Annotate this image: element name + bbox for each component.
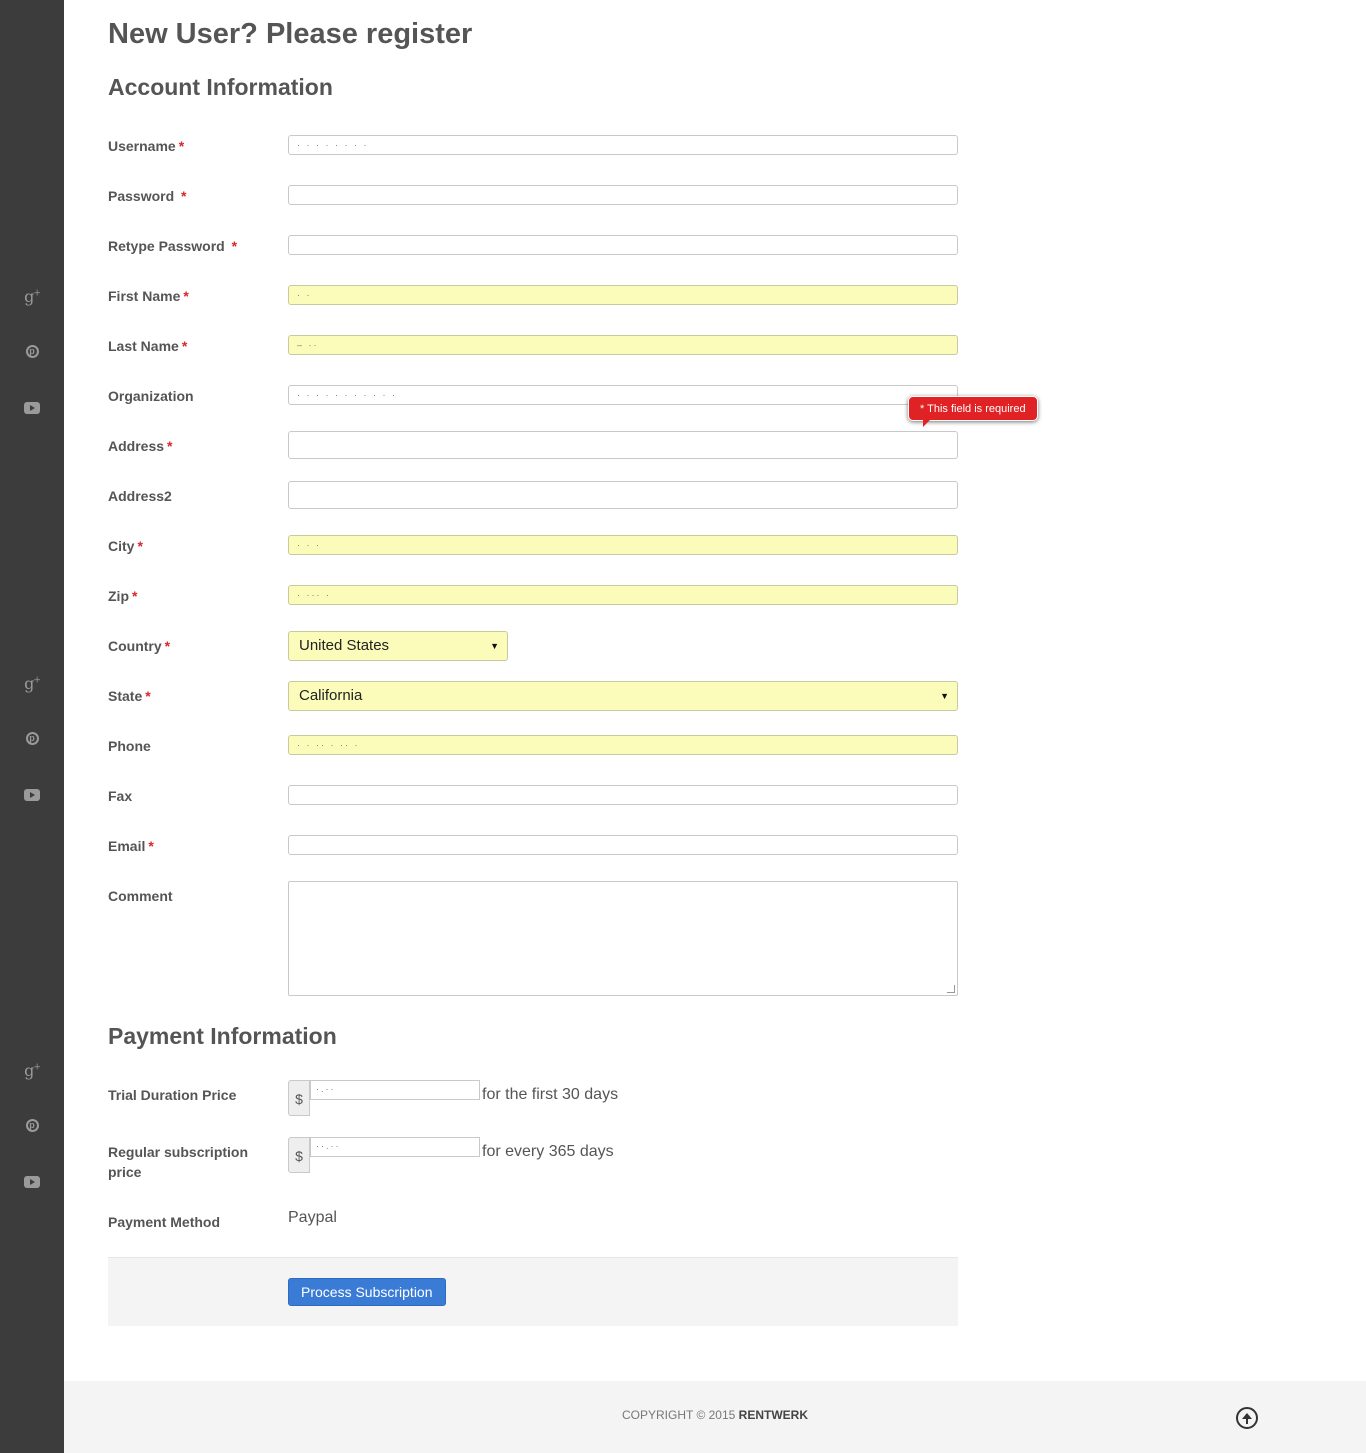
address-error-tooltip: * This field is required: [908, 396, 1038, 427]
email-input[interactable]: [288, 835, 958, 855]
google-plus-icon[interactable]: g+: [22, 1060, 42, 1080]
copyright-text: COPYRIGHT © 2015 RENTWERK: [622, 1408, 808, 1422]
dropdown-arrow-icon: ▼: [490, 641, 499, 651]
process-subscription-button[interactable]: Process Subscription: [288, 1278, 446, 1306]
country-selected-value: United States: [299, 637, 390, 654]
username-label: Username *: [108, 138, 185, 154]
regular-period-text: for every 365 days: [482, 1143, 614, 1160]
brand-name: RENTWERK: [738, 1408, 808, 1422]
resize-handle-icon[interactable]: [946, 985, 956, 993]
page-title: New User? Please register: [108, 18, 473, 50]
dropdown-arrow-icon: ▼: [940, 691, 949, 701]
form-actions: Process Subscription: [108, 1257, 958, 1326]
organization-label: Organization: [108, 388, 194, 404]
country-select[interactable]: United States ▼: [288, 631, 508, 661]
pinterest-icon[interactable]: p: [22, 341, 42, 361]
regular-price-label: Regular subscription price: [108, 1144, 249, 1180]
social-sidebar: g+ p g+ p g+ p: [0, 0, 64, 1453]
pinterest-icon[interactable]: p: [22, 1115, 42, 1135]
address-label: Address *: [108, 438, 173, 454]
trial-price-input[interactable]: ·.··: [310, 1080, 480, 1100]
trial-price-label: Trial Duration Price: [108, 1087, 237, 1103]
retype-password-label: Retype Password *: [108, 238, 238, 254]
pinterest-icon[interactable]: p: [22, 728, 42, 748]
fax-input[interactable]: [288, 785, 958, 805]
youtube-icon[interactable]: [22, 1172, 42, 1192]
account-heading: Account Information: [108, 74, 333, 100]
regular-price-input[interactable]: ··.··: [310, 1137, 480, 1157]
email-label: Email *: [108, 838, 154, 854]
phone-input[interactable]: · · ·· · ·· ·: [288, 735, 958, 755]
first-name-input[interactable]: · ·: [288, 285, 958, 305]
scroll-to-top-icon[interactable]: [1236, 1407, 1258, 1429]
address2-label: Address2: [108, 488, 172, 504]
state-select[interactable]: California ▼: [288, 681, 958, 711]
state-selected-value: California: [299, 687, 363, 704]
username-input[interactable]: · · · · · · · ·: [288, 135, 958, 155]
footer: COPYRIGHT © 2015 RENTWERK: [64, 1381, 1366, 1453]
youtube-icon[interactable]: [22, 398, 42, 418]
organization-input[interactable]: · · · · · · · · · · ·: [288, 385, 958, 405]
address2-input[interactable]: [288, 481, 958, 509]
city-input[interactable]: · · ·: [288, 535, 958, 555]
fax-label: Fax: [108, 788, 133, 804]
payment-heading: Payment Information: [108, 1023, 337, 1049]
zip-label: Zip *: [108, 588, 138, 604]
first-name-label: First Name *: [108, 288, 189, 304]
phone-label: Phone: [108, 738, 151, 754]
password-input[interactable]: [288, 185, 958, 205]
comment-textarea[interactable]: [288, 881, 958, 996]
retype-password-input[interactable]: [288, 235, 958, 255]
last-name-label: Last Name *: [108, 338, 188, 354]
zip-input[interactable]: · ··· ·: [288, 585, 958, 605]
google-plus-icon[interactable]: g+: [22, 673, 42, 693]
google-plus-icon[interactable]: g+: [22, 286, 42, 306]
address-input[interactable]: [288, 431, 958, 459]
last-name-input[interactable]: – ··: [288, 335, 958, 355]
country-label: Country *: [108, 638, 171, 654]
password-label: Password *: [108, 188, 187, 204]
state-label: State *: [108, 688, 151, 704]
payment-method-label: Payment Method: [108, 1214, 221, 1230]
city-label: City *: [108, 538, 143, 554]
currency-addon: $: [288, 1137, 310, 1173]
youtube-icon[interactable]: [22, 785, 42, 805]
currency-addon: $: [288, 1080, 310, 1116]
comment-label: Comment: [108, 888, 173, 904]
trial-period-text: for the first 30 days: [482, 1086, 619, 1103]
payment-method-value: Paypal: [288, 1209, 337, 1226]
